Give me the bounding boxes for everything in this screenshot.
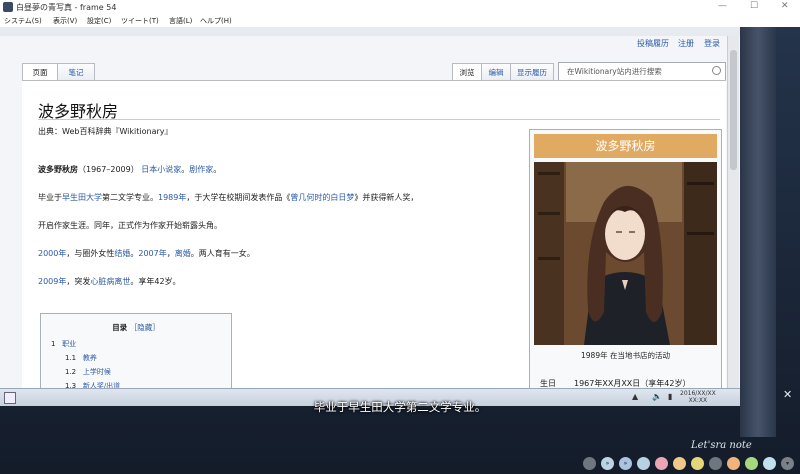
title-divider xyxy=(38,119,720,120)
load-icon[interactable] xyxy=(691,457,704,470)
p1-text-b: 第二文学专业。 xyxy=(102,193,158,202)
auto-icon[interactable] xyxy=(637,457,650,470)
link-1989[interactable]: 1989年 xyxy=(158,193,186,202)
menu-tweet[interactable]: ツイート(T) xyxy=(121,16,159,26)
close-window-icon[interactable]: ✕ xyxy=(781,1,789,11)
p1-text-c: ，于大学在校期间发表作品《 xyxy=(186,193,291,202)
search-placeholder: 在Wikitionary站内进行搜索 xyxy=(567,67,662,76)
voice-replay-icon[interactable] xyxy=(745,457,758,470)
link-marriage[interactable]: 结婚 xyxy=(114,249,130,258)
toc-num: 1.1 xyxy=(65,354,77,362)
brand-logo: Let'sra note xyxy=(691,440,752,451)
log-icon[interactable] xyxy=(655,457,668,470)
link-playwright[interactable]: 剧作家 xyxy=(189,165,213,174)
paragraph-3: 2009年，突发心脏病离世。享年42岁。 xyxy=(38,276,181,287)
clock-date: 2016/XX/XX xyxy=(680,390,716,397)
fast-forward-icon[interactable]: » xyxy=(619,457,632,470)
table-of-contents: 目录 ［隐藏］ 1 职业 1.1 教养 1.2 上学时候 1.3 新人奖/出道 xyxy=(40,313,232,395)
menu-help[interactable]: ヘルプ(H) xyxy=(200,16,232,26)
toc-label: 目录 xyxy=(112,323,128,332)
link-work-title[interactable]: 曾几何时的白日梦 xyxy=(290,193,354,202)
link-2000[interactable]: 2000年 xyxy=(38,249,66,258)
paragraph-2: 2000年，与圈外女性结婚。2007年，离婚。两人育有一女。 xyxy=(38,248,255,259)
menu-icon[interactable]: ▾ xyxy=(781,457,794,470)
portrait-image xyxy=(534,162,717,345)
link-contributions[interactable]: 投稿履历 xyxy=(637,38,669,49)
qsave-icon[interactable] xyxy=(583,457,596,470)
search-input[interactable]: 在Wikitionary站内进行搜索 xyxy=(558,62,726,81)
link-2007[interactable]: 2007年 xyxy=(138,249,166,258)
menu-language[interactable]: 言語(L) xyxy=(169,16,192,26)
toc-num: 1.2 xyxy=(65,368,77,376)
window-titlebar: 白昼夢の青写真 - frame 54 — ☐ ✕ xyxy=(0,0,800,14)
link-heart-disease[interactable]: 心脏病离世 xyxy=(90,277,130,286)
browser-top-strip xyxy=(0,27,740,36)
toc-link[interactable]: 教养 xyxy=(83,354,97,362)
toc-item[interactable]: 1 职业 xyxy=(51,339,76,349)
p1-text-d: 》并获得新人奖， xyxy=(354,193,419,202)
toc-item[interactable]: 1.1 教养 xyxy=(65,353,97,363)
lead-name: 波多野秋房 xyxy=(38,165,78,174)
infobox: 波多野秋房 1989年 在当地书店的活动 生日 1967年XX月XX日（享年42… xyxy=(529,129,722,393)
lead-end: 。 xyxy=(213,165,222,174)
window-hide-icon[interactable] xyxy=(727,457,740,470)
p1-text-a: 毕业于 xyxy=(38,193,62,202)
tab-notes[interactable]: 笔记 xyxy=(57,63,95,81)
link-divorce[interactable]: 离婚 xyxy=(175,249,191,258)
link-register[interactable]: 注册 xyxy=(678,38,694,49)
minimize-icon[interactable]: — xyxy=(718,1,727,11)
paragraph-1: 毕业于早生田大学第二文学专业。1989年，于大学在校期间发表作品《曾几何时的白日… xyxy=(38,192,418,203)
skip-icon[interactable]: » xyxy=(601,457,614,470)
article-source: 出典：Web百科辞典『Wikitionary』 xyxy=(38,127,173,136)
birth-value: 1967年XX月XX日（享年42岁） xyxy=(574,379,691,388)
p2-text-d: 。两人育有一女。 xyxy=(190,249,255,258)
toc-item[interactable]: 1.2 上学时候 xyxy=(65,367,111,377)
link-university[interactable]: 早生田大学 xyxy=(62,193,102,202)
tab-edit[interactable]: 编辑 xyxy=(481,63,511,81)
p2-text-a: ，与圈外女性 xyxy=(66,249,115,258)
toc-link[interactable]: 职业 xyxy=(62,340,76,348)
in-game-browser: 投稿履历 注册 登录 页面 笔记 浏览 编辑 显示履历 在Wikitionary… xyxy=(0,27,740,395)
infobox-title: 波多野秋房 xyxy=(534,134,717,158)
p2-text-c: ， xyxy=(166,249,175,258)
search-icon[interactable] xyxy=(712,66,721,75)
p3-text-a: ，突发 xyxy=(66,277,91,286)
link-2009[interactable]: 2009年 xyxy=(38,277,66,286)
toc-header: 目录 ［隐藏］ xyxy=(41,322,231,333)
maximize-icon[interactable]: ☐ xyxy=(750,1,758,11)
monitor-frame xyxy=(740,27,776,437)
app-icon xyxy=(3,2,13,12)
page-scrollbar[interactable] xyxy=(727,36,739,388)
window-title: 白昼夢の青写真 - frame 54 xyxy=(16,3,117,12)
tab-read[interactable]: 浏览 xyxy=(452,63,482,81)
title-icon[interactable] xyxy=(763,457,776,470)
toc-link[interactable]: 上学时候 xyxy=(83,368,111,376)
menu-view[interactable]: 表示(V) xyxy=(53,16,77,26)
paragraph-1-continued: 开启作家生涯。同年，正式作为作家开始崭露头角。 xyxy=(38,221,222,230)
link-login[interactable]: 登录 xyxy=(704,38,720,49)
menu-settings[interactable]: 設定(C) xyxy=(87,16,111,26)
save-icon[interactable] xyxy=(673,457,686,470)
menubar: システム(S) 表示(V) 設定(C) ツイート(T) 言語(L) ヘルプ(H) xyxy=(0,14,800,28)
tab-page[interactable]: 页面 xyxy=(22,63,58,81)
link-novelist[interactable]: 日本小说家 xyxy=(141,165,181,174)
toc-num: 1 xyxy=(51,340,56,348)
tab-history[interactable]: 显示履历 xyxy=(510,63,554,81)
config-icon[interactable] xyxy=(709,457,722,470)
portrait-caption: 1989年 在当地书店的活动 xyxy=(581,351,670,360)
birth-label: 生日 xyxy=(540,379,556,388)
toc-toggle[interactable]: ［隐藏］ xyxy=(130,323,160,332)
scrollbar-thumb[interactable] xyxy=(730,50,737,170)
dialogue-text: 毕业于早生田大学第二文学专业。 xyxy=(313,400,487,414)
p3-text-b: 。享年42岁。 xyxy=(130,277,181,286)
lead-years: （1967–2009） xyxy=(78,165,139,174)
game-scene[interactable]: 投稿履历 注册 登录 页面 笔记 浏览 编辑 显示履历 在Wikitionary… xyxy=(0,27,800,474)
lead-paragraph: 波多野秋房（1967–2009） 日本小说家。剧作家。 xyxy=(38,164,221,175)
close-icon[interactable]: ✕ xyxy=(783,388,792,401)
menu-system[interactable]: システム(S) xyxy=(4,16,42,26)
